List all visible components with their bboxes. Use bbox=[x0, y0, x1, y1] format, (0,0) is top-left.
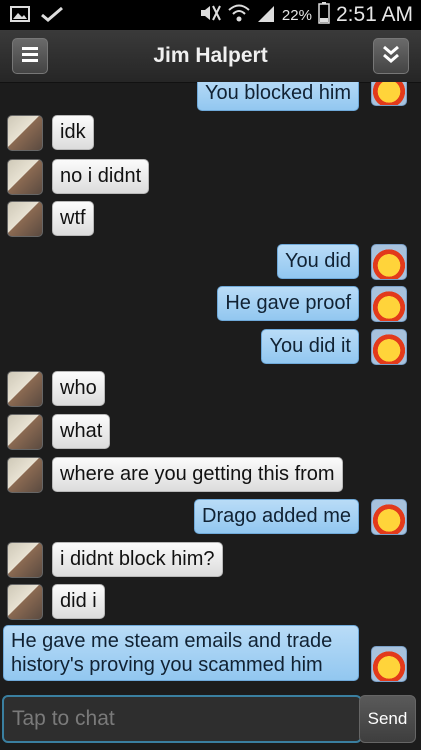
jim-halpert-avatar[interactable] bbox=[7, 201, 43, 237]
message-list[interactable]: You blocked him idk no i didnt wtf You d… bbox=[0, 82, 421, 692]
double-chevron-down-icon bbox=[381, 44, 401, 69]
my-avatar[interactable] bbox=[371, 82, 407, 106]
hamburger-menu-icon bbox=[22, 46, 38, 67]
jim-halpert-avatar[interactable] bbox=[7, 159, 43, 195]
message-bubble[interactable]: wtf bbox=[52, 201, 94, 236]
message-bubble[interactable]: You did it bbox=[261, 329, 359, 364]
menu-button[interactable] bbox=[12, 38, 48, 74]
conversation-title: Jim Halpert bbox=[153, 44, 268, 67]
jim-halpert-avatar[interactable] bbox=[7, 584, 43, 620]
my-avatar[interactable] bbox=[371, 646, 407, 682]
message-bubble[interactable]: no i didnt bbox=[52, 159, 150, 194]
message-bubble[interactable]: did i bbox=[52, 584, 105, 619]
message-bubble[interactable]: what bbox=[52, 414, 111, 449]
message-bubble[interactable]: You did bbox=[277, 244, 359, 279]
my-avatar[interactable] bbox=[371, 499, 407, 535]
message-bubble[interactable]: He gave proof bbox=[217, 286, 359, 321]
battery-icon bbox=[318, 2, 330, 28]
jim-halpert-avatar[interactable] bbox=[7, 414, 43, 450]
my-avatar[interactable] bbox=[371, 244, 407, 280]
collapse-button[interactable] bbox=[373, 38, 409, 74]
message-bubble[interactable]: You blocked him bbox=[196, 82, 359, 111]
my-avatar[interactable] bbox=[371, 329, 407, 365]
message-bubble[interactable]: He gave me steam emails and trade histor… bbox=[3, 625, 359, 681]
mute-icon bbox=[198, 3, 222, 27]
battery-percent: 22% bbox=[281, 6, 312, 24]
wifi-icon bbox=[228, 3, 250, 27]
chat-input[interactable] bbox=[2, 695, 362, 743]
jim-halpert-avatar[interactable] bbox=[7, 542, 43, 578]
signal-icon bbox=[256, 3, 276, 27]
message-bubble[interactable]: i didnt block him? bbox=[52, 542, 223, 577]
clock: 2:51 AM bbox=[335, 3, 413, 26]
image-icon bbox=[10, 6, 30, 27]
my-avatar[interactable] bbox=[371, 286, 407, 322]
compose-bar: Send bbox=[0, 692, 421, 750]
jim-halpert-avatar[interactable] bbox=[7, 457, 43, 493]
send-button[interactable]: Send bbox=[359, 695, 416, 743]
status-bar: 22% 2:51 AM bbox=[0, 0, 421, 30]
message-bubble[interactable]: who bbox=[52, 371, 105, 406]
message-bubble[interactable]: Drago added me bbox=[194, 499, 359, 534]
checkmark-icon bbox=[40, 6, 64, 27]
message-bubble[interactable]: where are you getting this from bbox=[52, 457, 343, 492]
conversation-header: Jim Halpert bbox=[0, 30, 421, 83]
message-bubble[interactable]: idk bbox=[52, 115, 94, 150]
jim-halpert-avatar[interactable] bbox=[7, 115, 43, 151]
jim-halpert-avatar[interactable] bbox=[7, 371, 43, 407]
